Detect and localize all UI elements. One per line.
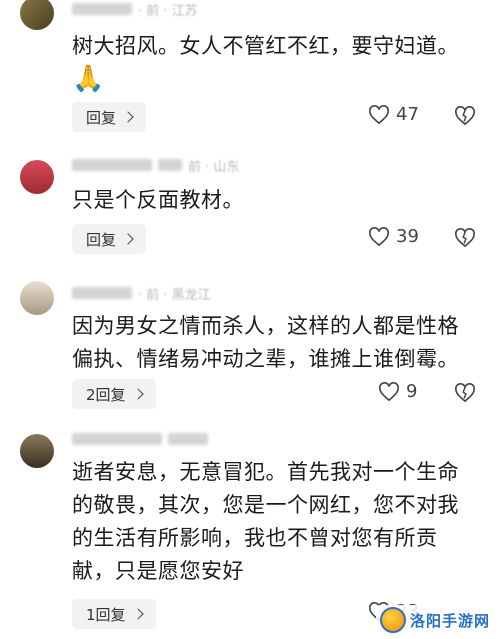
like-count: 47 — [396, 104, 419, 125]
avatar[interactable] — [20, 160, 54, 194]
comment-meta — [72, 432, 208, 446]
chevron-right-icon — [131, 608, 144, 620]
comment-text-line: 只是个反面教材。 — [72, 188, 244, 212]
comment-text: 因为男女之情而杀人，这样的人都是性格 偏执、情绪易冲动之辈，谁摊上谁倒霉。 — [72, 310, 482, 376]
like-button[interactable]: 9 — [378, 381, 417, 402]
comment-text-line: 的生活有所影响，我也不曾对您有所贡 — [72, 526, 438, 550]
heart-icon — [379, 381, 399, 401]
folded-hands-emoji: 🙏 — [72, 64, 105, 94]
broken-heart-icon — [455, 106, 475, 126]
avatar[interactable] — [20, 434, 54, 468]
broken-heart-icon — [455, 228, 475, 248]
like-count: 39 — [396, 226, 419, 247]
watermark: 洛阳手游网 — [375, 605, 494, 635]
chevron-right-icon — [122, 233, 134, 245]
like-button[interactable]: 47 — [368, 104, 419, 125]
comment-text: 只是个反面教材。 — [72, 184, 482, 217]
comment-meta: · 前 · 江苏 — [72, 2, 198, 19]
broken-heart-icon — [455, 383, 475, 403]
chevron-right-icon — [131, 388, 144, 400]
reply-label: 回复 — [86, 230, 117, 249]
chevron-right-icon — [122, 111, 134, 123]
heart-icon — [369, 226, 389, 246]
reply-button[interactable]: 回复 — [72, 102, 147, 132]
reply-button[interactable]: 2回复 — [72, 379, 156, 409]
dislike-button[interactable] — [454, 228, 476, 248]
comment-text: 逝者安息，无意冒犯。首先我对一个生命 的敬畏，其次，您是一个网红，您不对我 的生… — [72, 456, 482, 588]
comment-location: · 前 · 江苏 — [138, 3, 198, 19]
heart-icon — [369, 104, 389, 124]
watermark-logo-icon — [379, 607, 406, 633]
comment-text: 树大招风。女人不管红不红，要守妇道。 — [72, 30, 482, 63]
comment-text-line: 树大招风。女人不管红不红，要守妇道。 — [72, 34, 459, 58]
comment-text-line: 偏执、情绪易冲动之辈，谁摊上谁倒霉。 — [72, 347, 459, 371]
comment-text-line: 逝者安息，无意冒犯。首先我对一个生命 — [72, 460, 459, 484]
reply-button[interactable]: 回复 — [72, 224, 147, 254]
like-count: 9 — [406, 381, 418, 402]
avatar[interactable] — [20, 281, 54, 315]
reply-button[interactable]: 1回复 — [72, 599, 156, 629]
comment-meta: 前 · 山东 — [72, 158, 240, 175]
comment-text-line: 因为男女之情而杀人，这样的人都是性格 — [72, 314, 459, 338]
comment-location: 前 · 山东 — [188, 159, 240, 175]
watermark-text: 洛阳手游网 — [409, 611, 490, 630]
dislike-button[interactable] — [454, 106, 476, 126]
dislike-button[interactable] — [454, 383, 476, 403]
reply-label: 回复 — [86, 108, 117, 127]
reply-label: 2回复 — [86, 385, 126, 404]
comment-meta: · 前 · 黑龙江 — [72, 286, 211, 303]
comment-text-line: 的敬畏，其次，您是一个网红，您不对我 — [72, 493, 459, 517]
reply-label: 1回复 — [86, 605, 126, 624]
avatar[interactable] — [20, 0, 54, 30]
comment-location: · 前 · 黑龙江 — [138, 287, 211, 303]
comment-text-line: 献，只是愿您安好 — [72, 559, 244, 583]
like-button[interactable]: 39 — [368, 226, 419, 247]
